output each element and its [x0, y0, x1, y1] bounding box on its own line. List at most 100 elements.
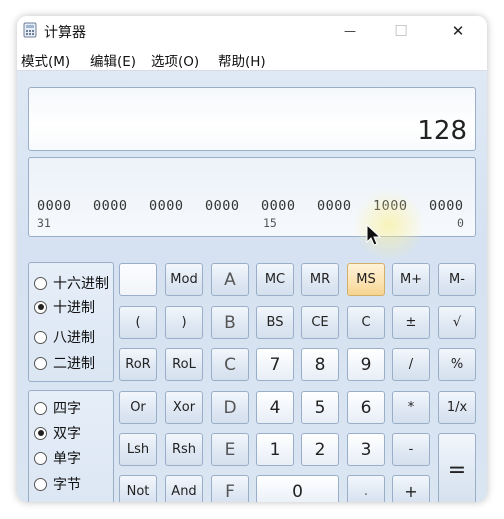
maximize-button[interactable]: ☐: [378, 16, 424, 46]
radio-dec-circle[interactable]: [34, 300, 47, 314]
bit-group[interactable]: 0000: [261, 198, 296, 214]
bit-position-0: 0: [457, 216, 464, 230]
radio-dword-circle[interactable]: [34, 426, 47, 440]
base-group: 十六进制 十进制 八进制 二进制: [28, 262, 114, 382]
clear-button[interactable]: C: [347, 306, 385, 339]
bit-group[interactable]: 0000: [93, 198, 128, 214]
digit-9-button[interactable]: 9: [347, 348, 385, 381]
blank-button[interactable]: [119, 263, 157, 296]
negate-button[interactable]: ±: [392, 306, 430, 339]
close-paren-button[interactable]: ): [165, 306, 203, 339]
result-display: 128: [28, 87, 476, 151]
radio-dword-label: 双字: [53, 426, 81, 442]
open-paren-button[interactable]: (: [119, 306, 157, 339]
close-button[interactable]: ✕: [435, 16, 481, 46]
sqrt-button[interactable]: √: [438, 306, 476, 339]
radio-byte-circle[interactable]: [34, 477, 47, 491]
maximize-icon: ☐: [394, 22, 408, 40]
radio-dword[interactable]: 双字: [34, 423, 81, 443]
mc-button[interactable]: MC: [256, 263, 294, 296]
bit-group[interactable]: 0000: [429, 198, 464, 214]
hex-c-button[interactable]: C: [211, 348, 249, 381]
radio-bin-label: 二进制: [53, 356, 95, 372]
minimize-icon: —: [344, 24, 356, 38]
radio-byte-label: 字节: [53, 477, 81, 493]
digit-8-button[interactable]: 8: [301, 348, 339, 381]
radio-word-circle[interactable]: [34, 451, 47, 465]
bit-group[interactable]: 0000: [317, 198, 352, 214]
calculator-body: 128 0000 0000 0000 0000 0000 0000 1000 0…: [17, 71, 487, 502]
radio-hex[interactable]: 十六进制: [34, 273, 109, 293]
calculator-window: 计算器 — ☐ ✕ 模式(M) 编辑(E) 选项(O) 帮助(H) 128 00…: [17, 16, 487, 502]
radio-dec[interactable]: 十进制: [34, 297, 95, 317]
digit-7-button[interactable]: 7: [256, 348, 294, 381]
word-size-group: 四字 双字 单字 字节: [28, 390, 114, 502]
hex-e-button[interactable]: E: [211, 433, 249, 466]
not-button[interactable]: Not: [119, 475, 157, 502]
digit-3-button[interactable]: 3: [347, 433, 385, 466]
hex-d-button[interactable]: D: [211, 391, 249, 424]
m-minus-button[interactable]: M-: [438, 263, 476, 296]
menu-options[interactable]: 选项(O): [151, 50, 199, 70]
menu-mode[interactable]: 模式(M): [21, 50, 70, 70]
digit-2-button[interactable]: 2: [301, 433, 339, 466]
digit-4-button[interactable]: 4: [256, 391, 294, 424]
display-value: 128: [417, 116, 467, 146]
rsh-button[interactable]: Rsh: [165, 433, 203, 466]
radio-byte[interactable]: 字节: [34, 474, 81, 494]
decimal-button[interactable]: .: [347, 475, 385, 502]
hex-b-button[interactable]: B: [211, 306, 249, 339]
calculator-app-icon: [23, 22, 37, 38]
radio-oct[interactable]: 八进制: [34, 327, 95, 347]
mod-button[interactable]: Mod: [165, 263, 203, 296]
hex-f-button[interactable]: F: [211, 475, 249, 502]
bit-group[interactable]: 0000: [37, 198, 72, 214]
radio-hex-label: 十六进制: [53, 276, 109, 292]
digit-0-button[interactable]: 0: [256, 475, 339, 502]
menu-bar: 模式(M) 编辑(E) 选项(O) 帮助(H): [17, 46, 487, 71]
radio-qword-label: 四字: [53, 401, 81, 417]
bit-group[interactable]: 0000: [149, 198, 184, 214]
mouse-cursor-icon: [366, 224, 382, 246]
rol-button[interactable]: RoL: [165, 348, 203, 381]
minimize-button[interactable]: —: [327, 16, 373, 46]
or-button[interactable]: Or: [119, 391, 157, 424]
bit-position-31: 31: [37, 216, 51, 230]
title-bar: 计算器 — ☐ ✕: [17, 16, 487, 46]
radio-word[interactable]: 单字: [34, 448, 81, 468]
radio-oct-circle[interactable]: [34, 330, 47, 344]
digit-6-button[interactable]: 6: [347, 391, 385, 424]
mr-button[interactable]: MR: [301, 263, 339, 296]
window-title: 计算器: [44, 25, 86, 41]
percent-button[interactable]: %: [438, 348, 476, 381]
digit-1-button[interactable]: 1: [256, 433, 294, 466]
radio-bin-circle[interactable]: [34, 356, 47, 370]
digit-5-button[interactable]: 5: [301, 391, 339, 424]
bit-position-15: 15: [263, 216, 277, 230]
m-plus-button[interactable]: M+: [392, 263, 430, 296]
lsh-button[interactable]: Lsh: [119, 433, 157, 466]
radio-word-label: 单字: [53, 451, 81, 467]
equals-button[interactable]: =: [438, 433, 476, 502]
radio-qword-circle[interactable]: [34, 401, 47, 415]
ror-button[interactable]: RoR: [119, 348, 157, 381]
hex-a-button[interactable]: A: [211, 263, 249, 296]
radio-bin[interactable]: 二进制: [34, 353, 95, 373]
divide-button[interactable]: /: [392, 348, 430, 381]
reciprocal-button[interactable]: 1/x: [438, 391, 476, 424]
click-highlight: [353, 189, 425, 261]
ms-button[interactable]: MS: [347, 263, 385, 296]
menu-edit[interactable]: 编辑(E): [90, 50, 136, 70]
backspace-button[interactable]: BS: [256, 306, 294, 339]
radio-dec-label: 十进制: [53, 300, 95, 316]
radio-qword[interactable]: 四字: [34, 398, 81, 418]
clear-entry-button[interactable]: CE: [301, 306, 339, 339]
bit-group[interactable]: 0000: [205, 198, 240, 214]
menu-help[interactable]: 帮助(H): [218, 50, 266, 70]
subtract-button[interactable]: -: [392, 433, 430, 466]
add-button[interactable]: +: [392, 475, 430, 502]
radio-hex-circle[interactable]: [34, 276, 47, 290]
and-button[interactable]: And: [165, 475, 203, 502]
xor-button[interactable]: Xor: [165, 391, 203, 424]
multiply-button[interactable]: *: [392, 391, 430, 424]
